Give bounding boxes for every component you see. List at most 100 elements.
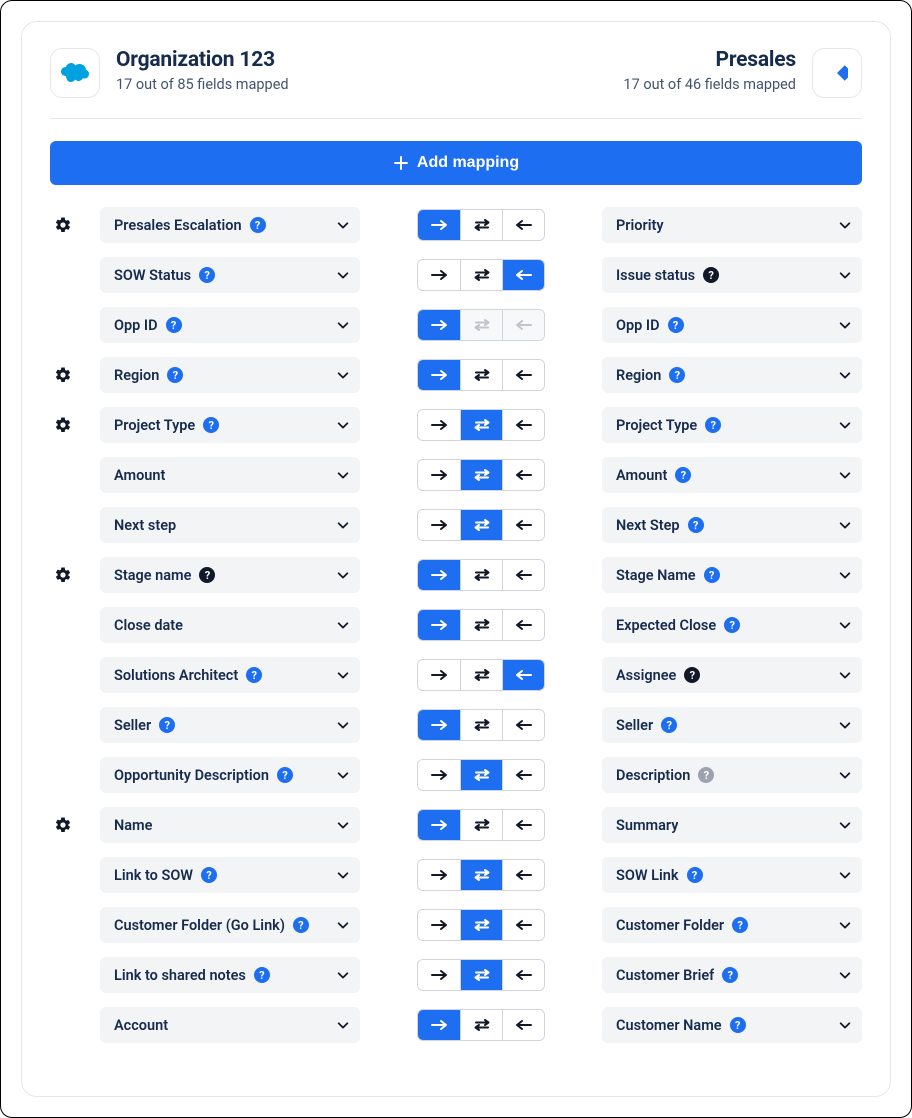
direction-right[interactable]	[418, 960, 460, 990]
direction-right[interactable]	[418, 810, 460, 840]
right-field-select[interactable]: Stage Name ?	[602, 557, 862, 593]
direction-right[interactable]	[418, 210, 460, 240]
left-field-select[interactable]: Close date	[100, 607, 360, 643]
right-field-select[interactable]: Customer Folder ?	[602, 907, 862, 943]
direction-left[interactable]	[502, 760, 544, 790]
direction-both[interactable]	[460, 260, 502, 290]
help-icon[interactable]: ?	[722, 967, 738, 983]
help-icon[interactable]: ?	[293, 917, 309, 933]
direction-left[interactable]	[502, 360, 544, 390]
direction-left[interactable]	[502, 910, 544, 940]
left-field-select[interactable]: Opp ID ?	[100, 307, 360, 343]
direction-left[interactable]	[502, 1010, 544, 1040]
direction-left[interactable]	[502, 960, 544, 990]
direction-right[interactable]	[418, 310, 460, 340]
help-icon[interactable]: ?	[246, 667, 262, 683]
help-icon[interactable]: ?	[732, 917, 748, 933]
right-field-select[interactable]: Region ?	[602, 357, 862, 393]
direction-left[interactable]	[502, 460, 544, 490]
direction-both[interactable]	[460, 410, 502, 440]
help-icon[interactable]: ?	[704, 567, 720, 583]
right-field-select[interactable]: Customer Brief ?	[602, 957, 862, 993]
left-field-select[interactable]: SOW Status ?	[100, 257, 360, 293]
right-field-select[interactable]: Next Step ?	[602, 507, 862, 543]
direction-both[interactable]	[460, 360, 502, 390]
direction-both[interactable]	[460, 660, 502, 690]
left-field-select[interactable]: Next step	[100, 507, 360, 543]
direction-both[interactable]	[460, 560, 502, 590]
left-field-select[interactable]: Stage name ?	[100, 557, 360, 593]
help-icon[interactable]: ?	[688, 517, 704, 533]
right-field-select[interactable]: Summary	[602, 807, 862, 843]
row-settings[interactable]	[50, 366, 76, 384]
direction-left[interactable]	[502, 810, 544, 840]
direction-right[interactable]	[418, 860, 460, 890]
help-icon[interactable]: ?	[675, 467, 691, 483]
help-icon[interactable]: ?	[698, 767, 714, 783]
add-mapping-button[interactable]: Add mapping	[50, 141, 862, 185]
direction-both[interactable]	[460, 960, 502, 990]
left-field-select[interactable]: Account	[100, 1007, 360, 1043]
help-icon[interactable]: ?	[254, 967, 270, 983]
direction-left[interactable]	[502, 210, 544, 240]
help-icon[interactable]: ?	[159, 717, 175, 733]
right-field-select[interactable]: Assignee ?	[602, 657, 862, 693]
direction-left[interactable]	[502, 860, 544, 890]
row-settings[interactable]	[50, 416, 76, 434]
help-icon[interactable]: ?	[669, 367, 685, 383]
help-icon[interactable]: ?	[730, 1017, 746, 1033]
direction-left[interactable]	[502, 510, 544, 540]
help-icon[interactable]: ?	[661, 717, 677, 733]
right-field-select[interactable]: SOW Link ?	[602, 857, 862, 893]
left-field-select[interactable]: Amount	[100, 457, 360, 493]
direction-both[interactable]	[460, 510, 502, 540]
direction-both[interactable]	[460, 210, 502, 240]
direction-left[interactable]	[502, 660, 544, 690]
left-field-select[interactable]: Opportunity Description ?	[100, 757, 360, 793]
help-icon[interactable]: ?	[705, 417, 721, 433]
right-field-select[interactable]: Opp ID ?	[602, 307, 862, 343]
help-icon[interactable]: ?	[166, 317, 182, 333]
left-field-select[interactable]: Link to SOW ?	[100, 857, 360, 893]
direction-right[interactable]	[418, 760, 460, 790]
help-icon[interactable]: ?	[703, 267, 719, 283]
help-icon[interactable]: ?	[167, 367, 183, 383]
left-field-select[interactable]: Project Type ?	[100, 407, 360, 443]
row-settings[interactable]	[50, 216, 76, 234]
direction-both[interactable]	[460, 810, 502, 840]
direction-left[interactable]	[502, 710, 544, 740]
row-settings[interactable]	[50, 566, 76, 584]
right-field-select[interactable]: Seller ?	[602, 707, 862, 743]
direction-right[interactable]	[418, 560, 460, 590]
right-field-select[interactable]: Expected Close ?	[602, 607, 862, 643]
direction-both[interactable]	[460, 710, 502, 740]
right-field-select[interactable]: Description ?	[602, 757, 862, 793]
direction-both[interactable]	[460, 610, 502, 640]
direction-both[interactable]	[460, 1010, 502, 1040]
direction-right[interactable]	[418, 460, 460, 490]
direction-left[interactable]	[502, 610, 544, 640]
direction-right[interactable]	[418, 910, 460, 940]
help-icon[interactable]: ?	[203, 417, 219, 433]
direction-right[interactable]	[418, 360, 460, 390]
left-field-select[interactable]: Solutions Architect ?	[100, 657, 360, 693]
right-field-select[interactable]: Amount ?	[602, 457, 862, 493]
right-field-select[interactable]: Customer Name ?	[602, 1007, 862, 1043]
left-field-select[interactable]: Seller ?	[100, 707, 360, 743]
direction-both[interactable]	[460, 760, 502, 790]
help-icon[interactable]: ?	[199, 267, 215, 283]
direction-both[interactable]	[460, 860, 502, 890]
direction-both[interactable]	[460, 910, 502, 940]
help-icon[interactable]: ?	[684, 667, 700, 683]
right-field-select[interactable]: Issue status ?	[602, 257, 862, 293]
left-field-select[interactable]: Name	[100, 807, 360, 843]
help-icon[interactable]: ?	[724, 617, 740, 633]
direction-left[interactable]	[502, 260, 544, 290]
direction-left[interactable]	[502, 410, 544, 440]
direction-right[interactable]	[418, 260, 460, 290]
direction-right[interactable]	[418, 660, 460, 690]
direction-left[interactable]	[502, 560, 544, 590]
left-field-select[interactable]: Customer Folder (Go Link) ?	[100, 907, 360, 943]
left-field-select[interactable]: Region ?	[100, 357, 360, 393]
direction-right[interactable]	[418, 610, 460, 640]
